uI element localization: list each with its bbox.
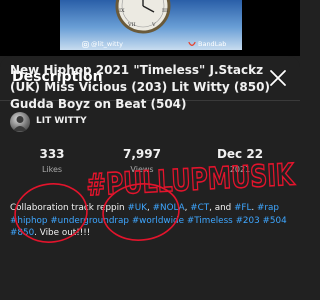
hashtag-link[interactable]: #UK <box>127 203 147 213</box>
hashtag-link[interactable]: #NOLA <box>153 203 185 213</box>
svg-text:IX: IX <box>119 8 125 14</box>
channel-avatar[interactable] <box>10 112 30 132</box>
video-player[interactable]: X II IX III VII V @lit_witty BandLab <box>0 0 300 56</box>
svg-text:III: III <box>162 8 168 14</box>
hashtag-link[interactable]: #FL <box>234 203 251 213</box>
description-fragment: , and <box>209 203 235 213</box>
clock-artwork: X II IX III VII V <box>115 0 171 34</box>
hashtag-link[interactable]: #850 <box>10 228 34 238</box>
avatar-silhouette-icon <box>13 116 27 131</box>
date-stat: Dec 22 2021 <box>195 146 285 174</box>
likes-label: Likes <box>41 165 63 174</box>
upload-year: 2021 <box>229 165 251 174</box>
video-title: New Hiphop 2021 "Timeless" J.Stackz (UK)… <box>10 63 270 111</box>
description-fragment: . Vibe out!!!! <box>34 228 91 238</box>
views-label: Views <box>130 165 154 174</box>
instagram-tag: @lit_witty <box>82 40 123 48</box>
hashtag-link[interactable]: #hiphop <box>10 216 48 226</box>
views-count: 7,997 <box>123 147 161 161</box>
bandlab-label: BandLab <box>198 40 227 48</box>
hashtag-link[interactable]: #CT <box>190 203 209 213</box>
channel-name[interactable]: LIT WITTY <box>36 116 87 126</box>
upload-date: Dec 22 <box>216 147 264 161</box>
likes-stat: 333 Likes <box>7 146 97 174</box>
description-text: Collaboration track reppin #UK, #NOLA, #… <box>10 202 292 240</box>
hashtag-link[interactable]: #203 <box>236 216 260 226</box>
description-fragment: Collaboration track reppin <box>10 203 128 213</box>
bandlab-icon <box>188 41 196 46</box>
hashtag-link[interactable]: #rap <box>257 203 279 213</box>
hashtag-link[interactable]: #worldwide <box>132 216 184 226</box>
instagram-handle: @lit_witty <box>91 40 123 48</box>
svg-text:VII: VII <box>127 22 136 28</box>
instagram-icon <box>82 40 89 48</box>
hashtag-link[interactable]: #504 <box>263 216 287 226</box>
hashtag-link[interactable]: #Timeless <box>187 216 233 226</box>
hashtag-link[interactable]: #undergroundrap <box>50 216 129 226</box>
views-stat: 7,997 Views <box>97 146 187 174</box>
likes-count: 333 <box>39 147 65 161</box>
svg-text:V: V <box>151 22 156 28</box>
video-stats: 333 Likes 7,997 Views Dec 22 2021 <box>0 146 300 206</box>
bandlab-tag: BandLab <box>188 40 226 48</box>
